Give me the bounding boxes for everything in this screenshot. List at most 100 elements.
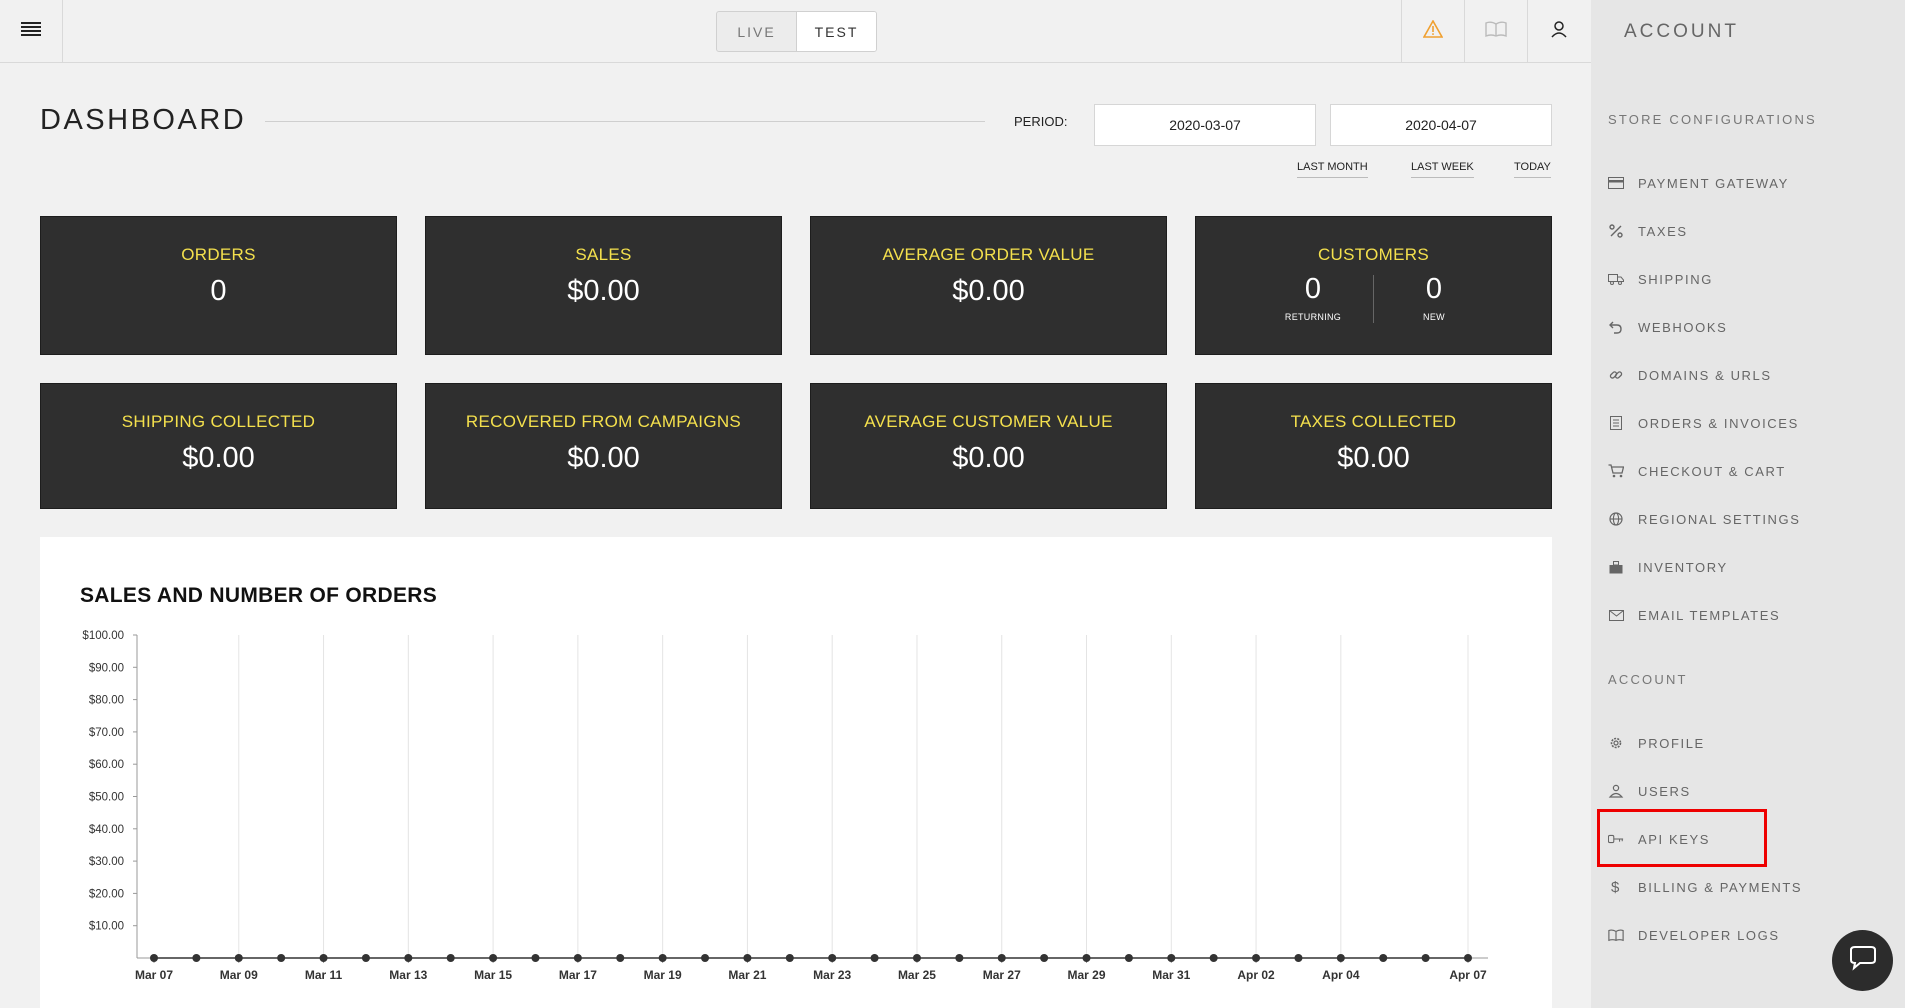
data-point [192,954,201,962]
data-point [616,954,625,962]
sidebar-item-domains[interactable]: DOMAINS & URLS [1608,360,1772,390]
store-config-heading: STORE CONFIGURATIONS [1608,112,1817,127]
data-point [955,954,964,962]
avg-order-label: AVERAGE ORDER VALUE [882,245,1095,264]
x-tick-label: Apr 02 [1237,968,1275,982]
data-point [912,954,921,962]
y-tick-label: $80.00 [89,695,124,707]
alerts-button[interactable] [1401,0,1464,63]
docs-button[interactable] [1464,0,1527,63]
sidebar-item-checkout-cart[interactable]: CHECKOUT & CART [1608,456,1786,486]
menu-icon [21,21,41,42]
x-tick-label: Mar 27 [983,968,1021,982]
date-from-input[interactable] [1094,104,1316,146]
globe-icon [1608,511,1624,527]
recovered-value: $0.00 [567,442,640,474]
sidebar-item-users[interactable]: USERS [1608,776,1691,806]
sidebar-item-email-templates[interactable]: EMAIL TEMPLATES [1608,600,1780,630]
sidebar-title: ACCOUNT [1624,20,1739,42]
sidebar-item-label: PROFILE [1638,735,1705,751]
taxes-card: TAXES COLLECTED $0.00 [1195,383,1552,509]
avg-customer-label: AVERAGE CUSTOMER VALUE [864,412,1113,431]
period-label: PERIOD: [1014,114,1068,129]
account-heading: ACCOUNT [1608,672,1688,687]
customers-card: CUSTOMERS 0 RETURNING 0 NEW [1195,216,1552,355]
book-icon [1484,20,1508,43]
shipping-card: SHIPPING COLLECTED $0.00 [40,383,397,509]
users-icon [1608,783,1624,799]
link-icon [1608,367,1624,383]
x-tick-label: Mar 17 [559,968,597,982]
data-point [361,954,370,962]
data-point [404,954,413,962]
sidebar-item-label: PAYMENT GATEWAY [1638,175,1789,191]
x-tick-label: Mar 23 [813,968,851,982]
sidebar-item-webhooks[interactable]: WEBHOOKS [1608,312,1727,342]
chat-button[interactable] [1832,930,1893,991]
x-tick-label: Mar 21 [728,968,766,982]
test-mode-button[interactable]: TEST [796,12,876,51]
sidebar-item-label: SHIPPING [1638,271,1713,287]
taxes-value: $0.00 [1337,442,1410,474]
x-tick-label: Mar 07 [135,968,173,982]
sidebar-item-profile[interactable]: PROFILE [1608,728,1705,758]
returning-value: 0 [1304,273,1322,305]
sidebar-item-label: ORDERS & INVOICES [1638,415,1799,431]
customers-split: 0 RETURNING 0 NEW [1196,273,1551,323]
sidebar-item-taxes[interactable]: TAXES [1608,216,1688,246]
today-link[interactable]: TODAY [1514,161,1551,178]
user-icon [1550,20,1568,43]
sidebar-item-regional-settings[interactable]: REGIONAL SETTINGS [1608,504,1801,534]
box-icon [1608,559,1624,575]
gear-icon [1608,735,1624,751]
sidebar-item-label: WEBHOOKS [1638,319,1728,335]
sidebar-item-billing[interactable]: $ BILLING & PAYMENTS [1608,872,1802,902]
x-tick-label: Apr 04 [1322,968,1360,982]
y-tick-label: $60.00 [89,759,124,771]
y-tick-label: $30.00 [89,856,124,868]
data-point [1209,954,1218,962]
data-point [997,954,1006,962]
last-month-link[interactable]: LAST MONTH [1297,161,1368,178]
y-tick-label: $90.00 [89,662,124,674]
y-tick-label: $20.00 [89,888,124,900]
date-to-input[interactable] [1330,104,1552,146]
envelope-icon [1608,607,1624,623]
data-point [1294,954,1303,962]
data-point [1040,954,1049,962]
user-button[interactable] [1527,0,1590,63]
sidebar-item-label: BILLING & PAYMENTS [1638,879,1803,895]
data-point [1124,954,1133,962]
sidebar-item-label: USERS [1638,783,1691,799]
menu-button[interactable] [0,0,63,63]
sales-chart-panel: SALES AND NUMBER OF ORDERS Mar 07 Mar 09 M… [40,537,1552,1008]
sidebar-item-inventory[interactable]: INVENTORY [1608,552,1728,582]
recovered-card: RECOVERED FROM CAMPAIGNS $0.00 [425,383,782,509]
data-point [573,954,582,962]
data-point [277,954,286,962]
warning-icon [1422,19,1444,43]
shipping-value: $0.00 [182,442,255,474]
avg-customer-value: $0.00 [952,442,1025,474]
x-tick-label: Mar 25 [898,968,936,982]
customers-label: CUSTOMERS [1317,245,1429,264]
last-week-link[interactable]: LAST WEEK [1411,161,1474,178]
taxes-label: TAXES COLLECTED [1290,412,1457,431]
data-point [531,954,540,962]
data-point [234,954,243,962]
avg-customer-card: AVERAGE CUSTOMER VALUE $0.00 [810,383,1167,509]
data-point [1252,954,1261,962]
y-tick-label: $70.00 [89,727,124,739]
sidebar-item-developer-logs[interactable]: DEVELOPER LOGS [1608,920,1780,950]
live-mode-button[interactable]: LIVE [717,12,796,51]
sidebar-item-shipping[interactable]: SHIPPING [1608,264,1713,294]
data-point [743,954,752,962]
page-title: DASHBOARD [40,104,247,136]
new-customers: 0 NEW [1374,273,1494,323]
mode-toggle: LIVE TEST [716,11,877,52]
new-value: 0 [1425,273,1443,305]
data-point [1421,954,1430,962]
sidebar-item-orders-invoices[interactable]: ORDERS & INVOICES [1608,408,1799,438]
sidebar-item-payment-gateway[interactable]: PAYMENT GATEWAY [1608,168,1789,198]
sidebar-item-label: DEVELOPER LOGS [1638,927,1780,943]
